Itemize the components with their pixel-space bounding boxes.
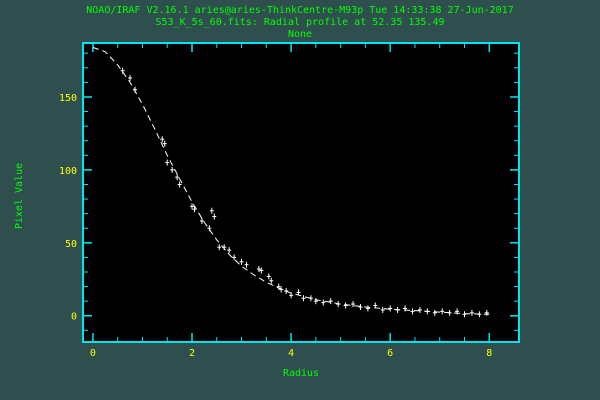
- x-tick-label: 4: [288, 348, 294, 359]
- header-line-none: None: [288, 29, 312, 40]
- plot-window: NOAO/IRAF V2.16.1 aries@aries-ThinkCentr…: [0, 0, 600, 400]
- y-axis-title: Pixel Value: [14, 163, 25, 229]
- x-tick-label: 6: [387, 348, 393, 359]
- x-tick-label: 2: [189, 348, 195, 359]
- y-tick-label: 0: [71, 312, 77, 323]
- y-tick-label: 100: [59, 166, 77, 177]
- header-line-profile: S53_K_5s_60.fits: Radial profile at 52.3…: [156, 17, 445, 28]
- x-tick-label: 0: [90, 348, 96, 359]
- x-tick-label: 8: [486, 348, 492, 359]
- y-tick-label: 50: [65, 239, 77, 250]
- header-line-system: NOAO/IRAF V2.16.1 aries@aries-ThinkCentr…: [86, 5, 513, 16]
- x-axis-title: Radius: [283, 368, 319, 379]
- y-tick-label: 150: [59, 93, 77, 104]
- radial-profile-plot: NOAO/IRAF V2.16.1 aries@aries-ThinkCentr…: [14, 5, 520, 379]
- plot-area: [82, 42, 520, 343]
